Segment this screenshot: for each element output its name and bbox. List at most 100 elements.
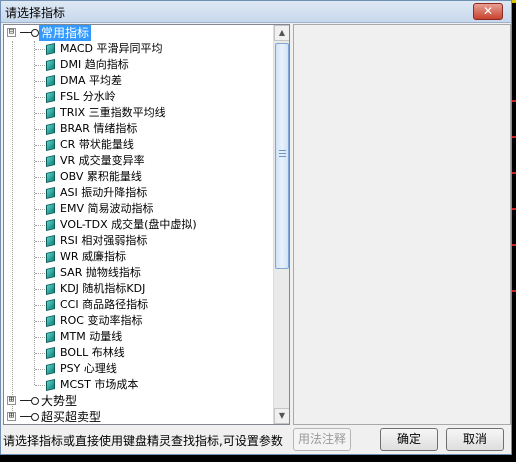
tree-item-label[interactable]: ASI 振动升降指标	[60, 185, 147, 201]
branch-connector	[35, 193, 45, 194]
branch-connector	[35, 97, 45, 98]
tree-item-label[interactable]: BOLL 布林线	[60, 345, 125, 361]
indicator-icon	[46, 59, 55, 71]
indicator-description-panel	[293, 24, 511, 425]
indicator-icon	[46, 347, 55, 359]
branch-connector	[35, 113, 45, 114]
indicator-icon	[46, 123, 55, 135]
tree-item-label[interactable]: KDJ 随机指标KDJ	[60, 281, 145, 297]
tree-item[interactable]: TRIX 三重指数平均线	[4, 105, 274, 121]
tree-item-label[interactable]: OBV 累积能量线	[60, 169, 142, 185]
close-icon: ✕	[482, 4, 494, 18]
branch-connector	[35, 65, 45, 66]
tree-item[interactable]: VOL-TDX 成交量(盘中虚拟)	[4, 217, 274, 233]
tree-item-label[interactable]: MCST 市场成本	[60, 377, 138, 393]
indicator-dialog: 请选择指标 ✕ ⊟ 常用指标 MACD 平滑异同平均 DMI 趋向指标 DMA …	[0, 0, 512, 455]
expand-icon[interactable]: ⊞	[7, 396, 16, 405]
tree-item[interactable]: VR 成交量变异率	[4, 153, 274, 169]
tree-group-label[interactable]: 常用指标	[39, 25, 92, 41]
tree-item-label[interactable]: WR 威廉指标	[60, 249, 126, 265]
tree-item-label[interactable]: MTM 动量线	[60, 329, 122, 345]
indicator-tree[interactable]: ⊟ 常用指标 MACD 平滑异同平均 DMI 趋向指标 DMA 平均差 FSL …	[3, 24, 290, 425]
tree-item[interactable]: BOLL 布林线	[4, 345, 274, 361]
key-node-icon	[20, 412, 40, 422]
scroll-thumb[interactable]	[275, 43, 289, 269]
tree-item-label[interactable]: FSL 分水岭	[60, 89, 116, 105]
arrow-down-icon: ▼	[278, 411, 286, 420]
tree-item[interactable]: EMV 简易波动指标	[4, 201, 274, 217]
tree-group-label[interactable]: 大势型	[39, 393, 79, 409]
tree-group-overbought[interactable]: ⊞ 超买超卖型	[4, 409, 274, 424]
tree-item[interactable]: PSY 心理线	[4, 361, 274, 377]
tree-group-common[interactable]: ⊟ 常用指标	[4, 25, 274, 41]
key-node-icon	[20, 28, 40, 38]
cancel-button[interactable]: 取消	[446, 428, 504, 451]
tree-item-label[interactable]: TRIX 三重指数平均线	[60, 105, 166, 121]
vertical-scrollbar[interactable]: ▲ ▼	[273, 25, 289, 424]
indicator-icon	[46, 283, 55, 295]
tree-item-label[interactable]: RSI 相对强弱指标	[60, 233, 147, 249]
tree-item[interactable]: CCI 商品路径指标	[4, 297, 274, 313]
indicator-icon	[46, 91, 55, 103]
tree-item[interactable]: DMI 趋向指标	[4, 57, 274, 73]
branch-connector	[35, 321, 45, 322]
tree-item-label[interactable]: PSY 心理线	[60, 361, 117, 377]
tree-item[interactable]: SAR 抛物线指标	[4, 265, 274, 281]
tree-item[interactable]: MACD 平滑异同平均	[4, 41, 274, 57]
tree-group-label[interactable]: 超买超卖型	[39, 409, 103, 424]
title-bar[interactable]: 请选择指标 ✕	[1, 1, 511, 23]
background-chart-mark	[512, 244, 516, 246]
indicator-icon	[46, 299, 55, 311]
tree-item[interactable]: DMA 平均差	[4, 73, 274, 89]
tree-item-label[interactable]: VR 成交量变异率	[60, 153, 145, 169]
background-chart-edge	[512, 0, 516, 462]
close-button[interactable]: ✕	[473, 3, 503, 20]
window-title: 请选择指标	[5, 6, 66, 20]
tree-item-label[interactable]: DMA 平均差	[60, 73, 122, 89]
tree-group-market[interactable]: ⊞ 大势型	[4, 393, 274, 409]
indicator-icon	[46, 219, 55, 231]
background-strip	[0, 456, 516, 462]
branch-connector	[35, 145, 45, 146]
indicator-icon	[46, 315, 55, 327]
key-node-icon	[20, 396, 40, 406]
branch-connector	[35, 177, 45, 178]
branch-connector	[35, 385, 45, 386]
indicator-icon	[46, 363, 55, 375]
tree-item[interactable]: BRAR 情绪指标	[4, 121, 274, 137]
tree-item-label[interactable]: BRAR 情绪指标	[60, 121, 137, 137]
tree-item-label[interactable]: VOL-TDX 成交量(盘中虚拟)	[60, 217, 197, 233]
tree-item[interactable]: ASI 振动升降指标	[4, 185, 274, 201]
branch-connector	[35, 225, 45, 226]
tree-item[interactable]: WR 威廉指标	[4, 249, 274, 265]
tree-item[interactable]: RSI 相对强弱指标	[4, 233, 274, 249]
collapse-icon[interactable]: ⊟	[7, 28, 16, 37]
scroll-down-button[interactable]: ▼	[274, 408, 289, 424]
tree-item[interactable]: ROC 变动率指标	[4, 313, 274, 329]
background-chart-mark	[512, 100, 516, 102]
tree-item-label[interactable]: ROC 变动率指标	[60, 313, 142, 329]
tree-item[interactable]: KDJ 随机指标KDJ	[4, 281, 274, 297]
tree-item[interactable]: OBV 累积能量线	[4, 169, 274, 185]
background-chart-mark	[512, 172, 516, 174]
tree-item-label[interactable]: CR 带状能量线	[60, 137, 134, 153]
tree-item-label[interactable]: SAR 抛物线指标	[60, 265, 141, 281]
tree-item[interactable]: MCST 市场成本	[4, 377, 274, 393]
usage-notes-button[interactable]: 用法注释	[293, 428, 351, 451]
indicator-icon	[46, 155, 55, 167]
tree-item[interactable]: MTM 动量线	[4, 329, 274, 345]
tree-item[interactable]: FSL 分水岭	[4, 89, 274, 105]
indicator-icon	[46, 251, 55, 263]
indicator-icon	[46, 43, 55, 55]
background-chart-mark	[512, 290, 516, 292]
tree-item-label[interactable]: CCI 商品路径指标	[60, 297, 148, 313]
indicator-icon	[46, 267, 55, 279]
scroll-up-button[interactable]: ▲	[274, 25, 289, 41]
tree-item-label[interactable]: MACD 平滑异同平均	[60, 41, 162, 57]
ok-button[interactable]: 确定	[380, 428, 438, 451]
tree-item-label[interactable]: DMI 趋向指标	[60, 57, 129, 73]
tree-item-label[interactable]: EMV 简易波动指标	[60, 201, 153, 217]
indicator-icon	[46, 235, 55, 247]
tree-item[interactable]: CR 带状能量线	[4, 137, 274, 153]
expand-icon[interactable]: ⊞	[7, 412, 16, 421]
